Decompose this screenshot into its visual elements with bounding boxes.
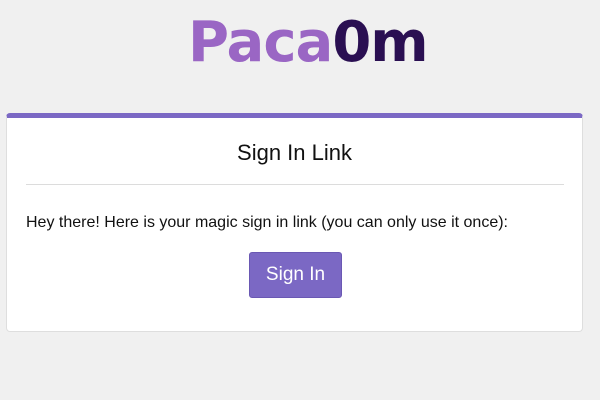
divider xyxy=(26,184,564,185)
pacaom-logo: Paca0m xyxy=(188,10,429,75)
logo-text-paca: Paca xyxy=(188,10,333,75)
magic-link-message: Hey there! Here is your magic sign in li… xyxy=(26,214,508,231)
card-title: Sign In Link xyxy=(237,140,352,165)
sign-in-card: Sign In Link Hey there! Here is your mag… xyxy=(6,113,583,332)
sign-in-button[interactable]: Sign In xyxy=(249,252,342,298)
logo-text-0m: 0m xyxy=(332,10,428,75)
email-page: Paca0m Sign In Link Hey there! Here is y… xyxy=(0,0,600,400)
